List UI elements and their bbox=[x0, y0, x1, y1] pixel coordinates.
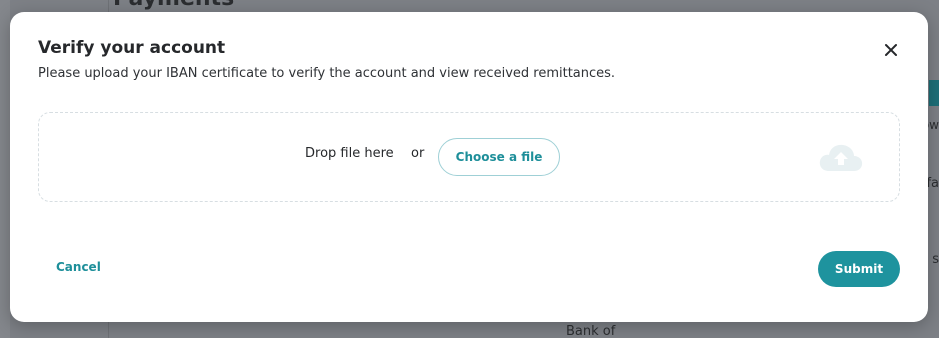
background-edge-text: s bbox=[932, 252, 939, 267]
modal-title: Verify your account bbox=[38, 38, 226, 58]
background-page-title: Payments bbox=[113, 0, 234, 11]
background-tab-edge bbox=[929, 80, 939, 106]
modal-subtitle: Please upload your IBAN certificate to v… bbox=[38, 66, 616, 81]
close-icon bbox=[885, 44, 897, 56]
drop-file-label: Drop file here bbox=[305, 146, 394, 161]
verify-account-modal: Verify your account Please upload your I… bbox=[10, 12, 928, 322]
submit-button[interactable]: Submit bbox=[818, 251, 900, 287]
close-button[interactable] bbox=[882, 41, 900, 59]
background-edge-text: fa bbox=[926, 176, 939, 191]
choose-file-button[interactable]: Choose a file bbox=[438, 138, 560, 176]
cancel-button[interactable]: Cancel bbox=[56, 260, 101, 274]
file-dropzone[interactable]: Drop file here or Choose a file bbox=[38, 112, 900, 202]
cloud-upload-icon bbox=[819, 144, 863, 171]
background-bank-text: Bank of bbox=[566, 324, 616, 338]
background-scroll-edge bbox=[0, 0, 10, 338]
or-label: or bbox=[411, 146, 425, 161]
